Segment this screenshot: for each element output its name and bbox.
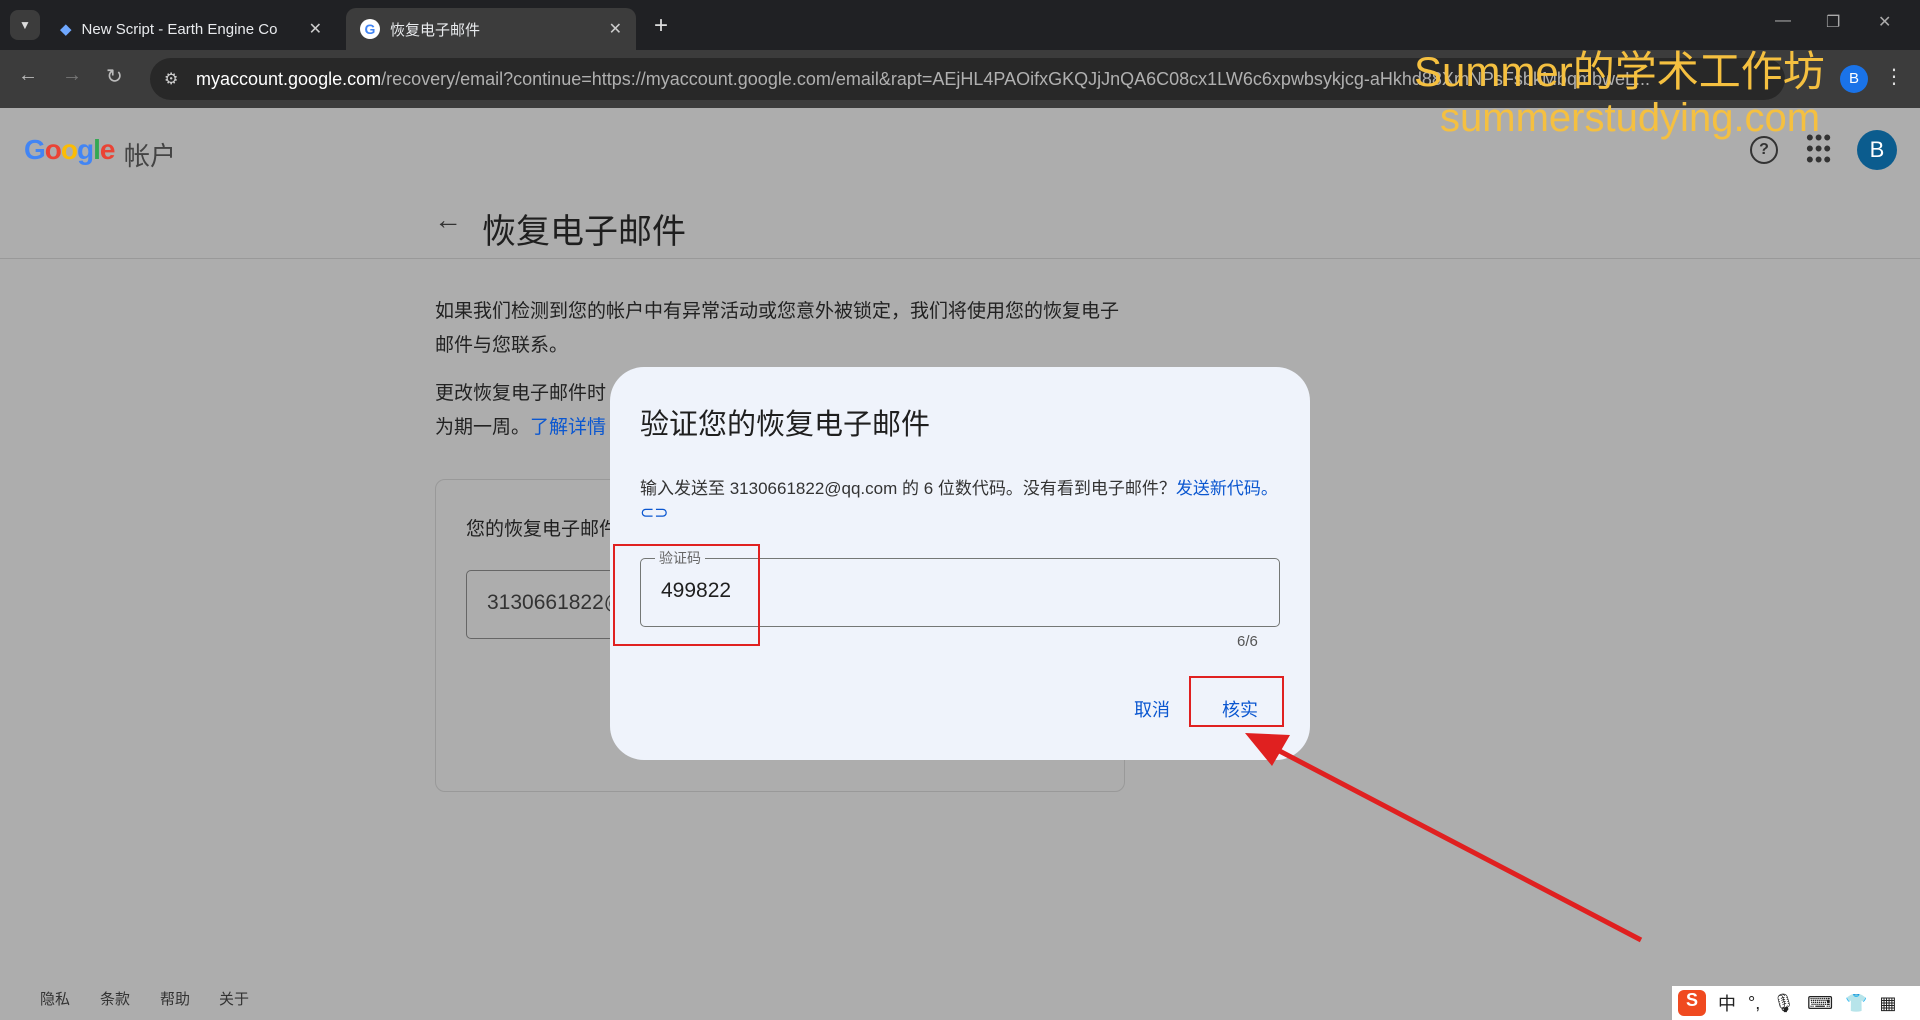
- skin-icon[interactable]: 👕: [1845, 993, 1867, 1014]
- watermark-url: summerstudying.com: [1440, 96, 1821, 140]
- toolbox-icon[interactable]: ▦: [1879, 993, 1896, 1014]
- ime-punctuation[interactable]: °,: [1748, 993, 1760, 1014]
- watermark-title: Summer的学术工作坊: [1414, 48, 1825, 95]
- keyboard-icon[interactable]: ⌨: [1807, 993, 1833, 1014]
- sogou-icon[interactable]: S: [1678, 990, 1706, 1016]
- ime-language[interactable]: 中: [1718, 990, 1736, 1016]
- annotation-arrow: [1245, 733, 1643, 943]
- microphone-icon[interactable]: 🎙: [1772, 993, 1795, 1014]
- ime-toolbar: S 中 °, 🎙 ⌨ 👕 ▦: [1672, 986, 1920, 1020]
